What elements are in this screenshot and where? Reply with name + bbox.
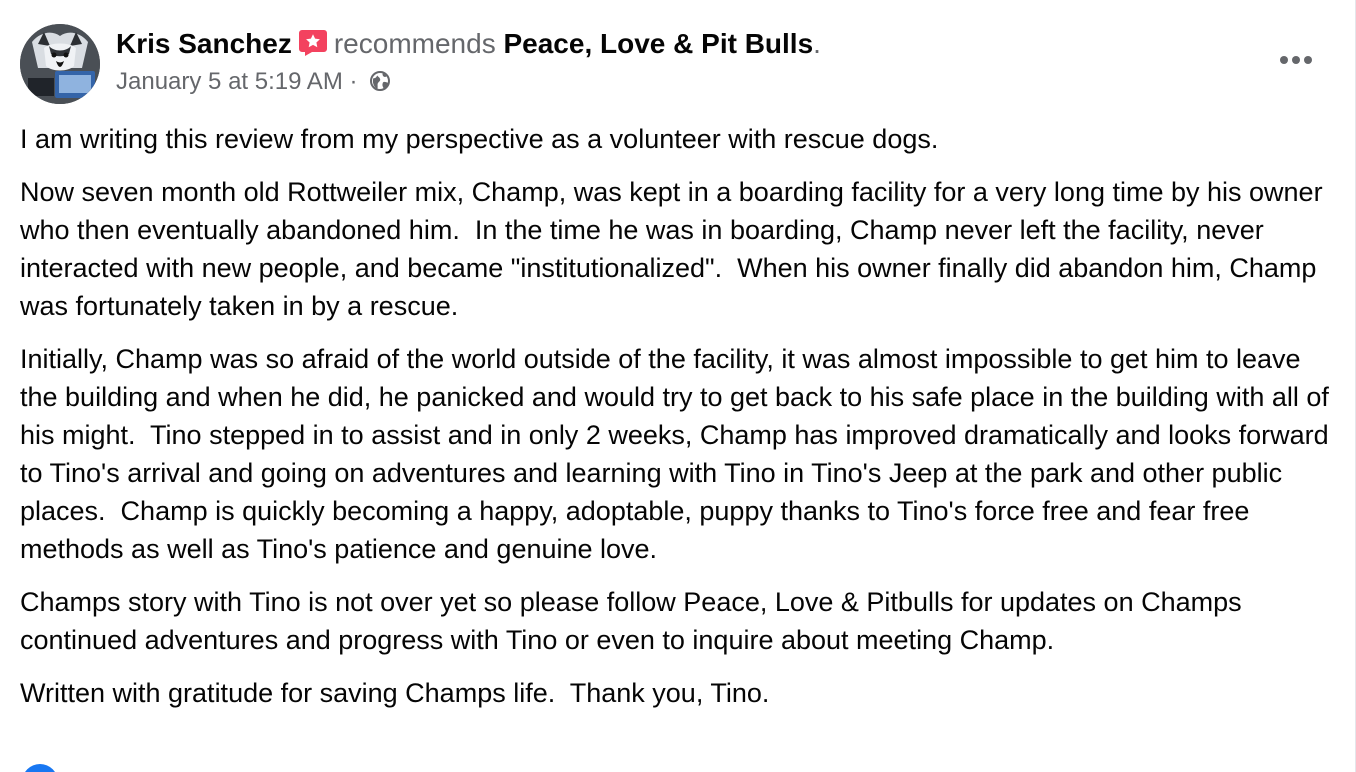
timestamp-separator: · (349, 68, 358, 95)
author-avatar[interactable] (20, 24, 100, 104)
more-options-button[interactable] (1272, 46, 1320, 74)
review-paragraph: Champs story with Tino is not over yet s… (20, 587, 1250, 655)
globe-icon[interactable] (368, 69, 392, 93)
recommendation-line: Kris Sanchez recommends Peace, Love & Pit… (116, 27, 1236, 61)
author-name[interactable]: Kris Sanchez (116, 28, 292, 59)
review-paragraph: Now seven month old Rottweiler mix, Cham… (20, 177, 1331, 321)
post-timestamp[interactable]: January 5 at 5:19 AM (116, 68, 343, 95)
review-post-card: Kris Sanchez recommends Peace, Love & Pit… (0, 0, 1356, 772)
review-paragraph: Initially, Champ was so afraid of the wo… (20, 344, 1337, 564)
review-paragraph: I am writing this review from my perspec… (20, 124, 939, 154)
review-paragraph: Written with gratitude for saving Champs… (20, 678, 770, 708)
review-body: I am writing this review from my perspec… (20, 120, 1334, 727)
page-name-period: . (813, 28, 821, 59)
recommends-label: recommends (333, 28, 496, 59)
page-name-link[interactable]: Peace, Love & Pit Bulls (503, 28, 813, 59)
more-options-icon (1280, 56, 1312, 64)
post-header: Kris Sanchez recommends Peace, Love & Pit… (20, 24, 1336, 106)
author-meta: Kris Sanchez recommends Peace, Love & Pit… (116, 27, 1236, 98)
avatar-image (20, 24, 100, 104)
timestamp-line: January 5 at 5:19 AM · (116, 66, 1236, 98)
reaction-icon-partial[interactable] (22, 764, 58, 772)
recommendation-star-icon (298, 27, 328, 57)
